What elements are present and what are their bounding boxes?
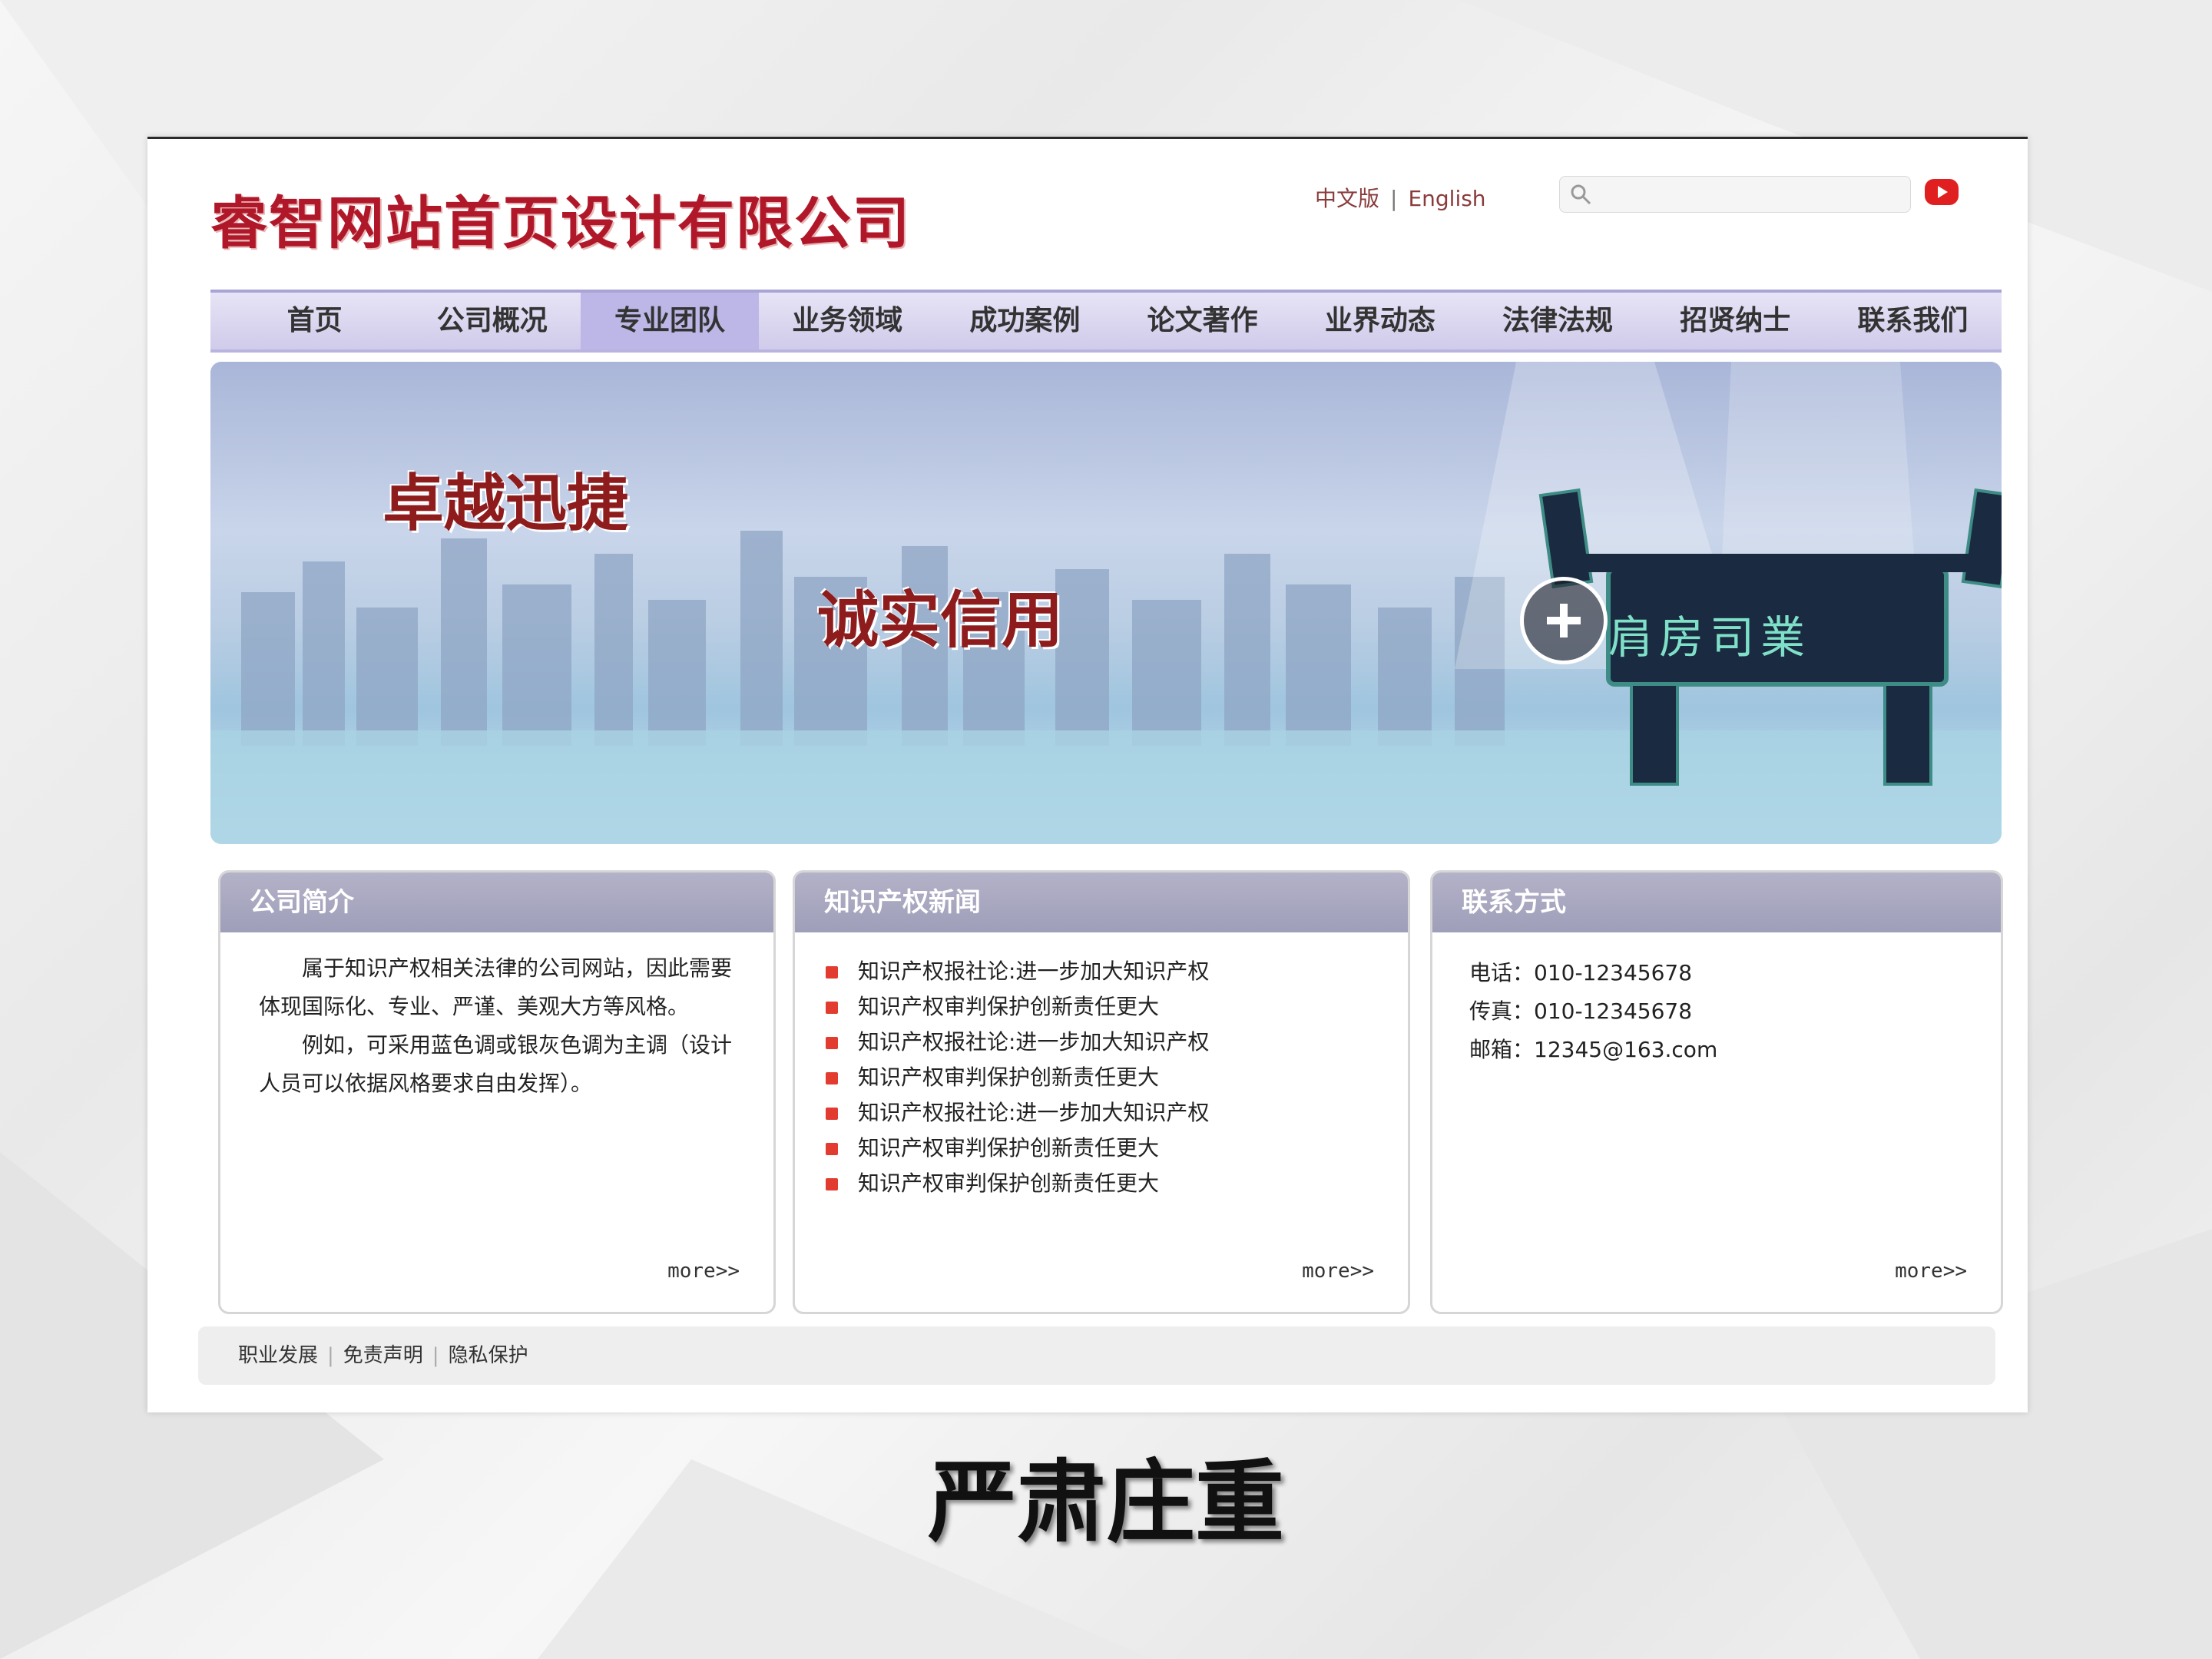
footer-link-privacy[interactable]: 隐私保护 <box>449 1344 528 1367</box>
bullet-icon <box>826 1037 838 1049</box>
footer-link-career[interactable]: 职业发展 <box>238 1344 318 1367</box>
ip-news-panel: 知识产权新闻 知识产权报社论:进一步加大知识产权 知识产权审判保护创新责任更大 … <box>793 870 1410 1314</box>
news-item[interactable]: 知识产权报社论:进一步加大知识产权 <box>826 954 1408 989</box>
intro-paragraph: 例如，可采用蓝色调或银灰色调为主调（设计人员可以依据风格要求自由发挥）。 <box>259 1032 733 1096</box>
ip-news-title: 知识产权新闻 <box>795 873 1408 932</box>
bullet-icon <box>826 966 838 979</box>
hero-banner: 卓越迅捷 诚实信用 肩房司業 <box>210 362 2002 844</box>
bullet-icon <box>826 1143 838 1155</box>
nav-item-business-areas[interactable]: 业务领域 <box>759 293 936 349</box>
news-item-text[interactable]: 知识产权审判保护创新责任更大 <box>858 1065 1159 1090</box>
nav-item-success-cases[interactable]: 成功案例 <box>936 293 1114 349</box>
news-list: 知识产权报社论:进一步加大知识产权 知识产权审判保护创新责任更大 知识产权报社论… <box>795 932 1408 1201</box>
nav-item-contact[interactable]: 联系我们 <box>1824 293 2002 349</box>
banner-slogan-excellence: 卓越迅捷 <box>382 467 628 539</box>
bullet-icon <box>826 1002 838 1014</box>
nav-item-careers[interactable]: 招贤纳士 <box>1647 293 1824 349</box>
contact-panel: 联系方式 电话：010-12345678 传真：010-12345678 邮箱：… <box>1430 870 2003 1314</box>
contact-fax: 传真：010-12345678 <box>1469 998 1693 1024</box>
company-intro-body: 属于知识产权相关法律的公司网站，因此需要体现国际化、专业、严谨、美观大方等风格。… <box>220 932 773 1103</box>
nav-item-home[interactable]: 首页 <box>226 293 403 349</box>
contact-email[interactable]: 邮箱：12345@163.com <box>1469 1031 2001 1069</box>
lang-english-link[interactable]: English <box>1408 186 1485 211</box>
zoom-plus-icon[interactable] <box>1520 577 1608 664</box>
company-intro-title: 公司简介 <box>220 873 773 932</box>
news-item-text[interactable]: 知识产权审判保护创新责任更大 <box>858 1171 1159 1196</box>
company-intro-panel: 公司简介 属于知识产权相关法律的公司网站，因此需要体现国际化、专业、严谨、美观大… <box>218 870 776 1314</box>
contact-phone: 电话：010-12345678 <box>1469 960 1693 985</box>
search-input[interactable] <box>1559 176 1911 213</box>
main-nav: 首页 公司概况 专业团队 业务领域 成功案例 论文著作 业界动态 法律法规 招贤… <box>210 290 2002 353</box>
lang-separator: | <box>1390 186 1398 211</box>
bullet-icon <box>826 1108 838 1120</box>
news-item-text[interactable]: 知识产权审判保护创新责任更大 <box>858 1135 1159 1161</box>
news-item-text[interactable]: 知识产权报社论:进一步加大知识产权 <box>858 1100 1209 1125</box>
search-go-button[interactable] <box>1925 179 1959 205</box>
contact-more-link[interactable]: more>> <box>1895 1260 1967 1283</box>
lang-chinese-link[interactable]: 中文版 <box>1315 186 1379 211</box>
contact-title: 联系方式 <box>1432 873 2001 932</box>
slide-caption: 严肃庄重 <box>928 1451 1284 1555</box>
news-item-text[interactable]: 知识产权报社论:进一步加大知识产权 <box>858 1029 1209 1055</box>
website-screenshot: 睿智网站首页设计有限公司 中文版 | English 首页 公司概况 专业团队 业务… <box>147 137 2028 1412</box>
news-item[interactable]: 知识产权报社论:进一步加大知识产权 <box>826 1025 1408 1060</box>
news-item[interactable]: 知识产权审判保护创新责任更大 <box>826 1131 1408 1166</box>
news-item-text[interactable]: 知识产权报社论:进一步加大知识产权 <box>858 959 1209 984</box>
news-item[interactable]: 知识产权审判保护创新责任更大 <box>826 989 1408 1025</box>
intro-paragraph: 属于知识产权相关法律的公司网站，因此需要体现国际化、专业、严谨、美观大方等风格。 <box>259 955 733 1019</box>
nav-item-company-overview[interactable]: 公司概况 <box>403 293 581 349</box>
nav-item-industry-news[interactable]: 业界动态 <box>1291 293 1469 349</box>
banner-slogan-integrity: 诚实信用 <box>817 584 1063 656</box>
language-switch: 中文版 | English <box>1315 182 1486 213</box>
bullet-icon <box>826 1072 838 1084</box>
news-item[interactable]: 知识产权审判保护创新责任更大 <box>826 1060 1408 1095</box>
nav-item-laws[interactable]: 法律法规 <box>1469 293 1646 349</box>
footer-link-disclaimer[interactable]: 免责声明 <box>343 1344 423 1367</box>
nav-item-professional-team[interactable]: 专业团队 <box>581 293 759 349</box>
bullet-icon <box>826 1178 838 1190</box>
footer-links: 职业发展 | 免责声明 | 隐私保护 <box>198 1326 1995 1385</box>
contact-info: 电话：010-12345678 传真：010-12345678 邮箱：12345… <box>1432 932 2001 1069</box>
intro-more-link[interactable]: more>> <box>667 1260 740 1283</box>
search-icon <box>1571 184 1591 205</box>
news-more-link[interactable]: more>> <box>1302 1260 1374 1283</box>
ding-inscription: 肩房司業 <box>1608 611 1812 664</box>
footer-separator: | <box>327 1344 334 1367</box>
news-item[interactable]: 知识产权报社论:进一步加大知识产权 <box>826 1095 1408 1131</box>
nav-item-publications[interactable]: 论文著作 <box>1114 293 1291 349</box>
site-logo-title: 睿智网站首页设计有限公司 <box>210 190 911 257</box>
footer-separator: | <box>432 1344 439 1367</box>
news-item-text[interactable]: 知识产权审判保护创新责任更大 <box>858 994 1159 1019</box>
news-item[interactable]: 知识产权审判保护创新责任更大 <box>826 1166 1408 1201</box>
